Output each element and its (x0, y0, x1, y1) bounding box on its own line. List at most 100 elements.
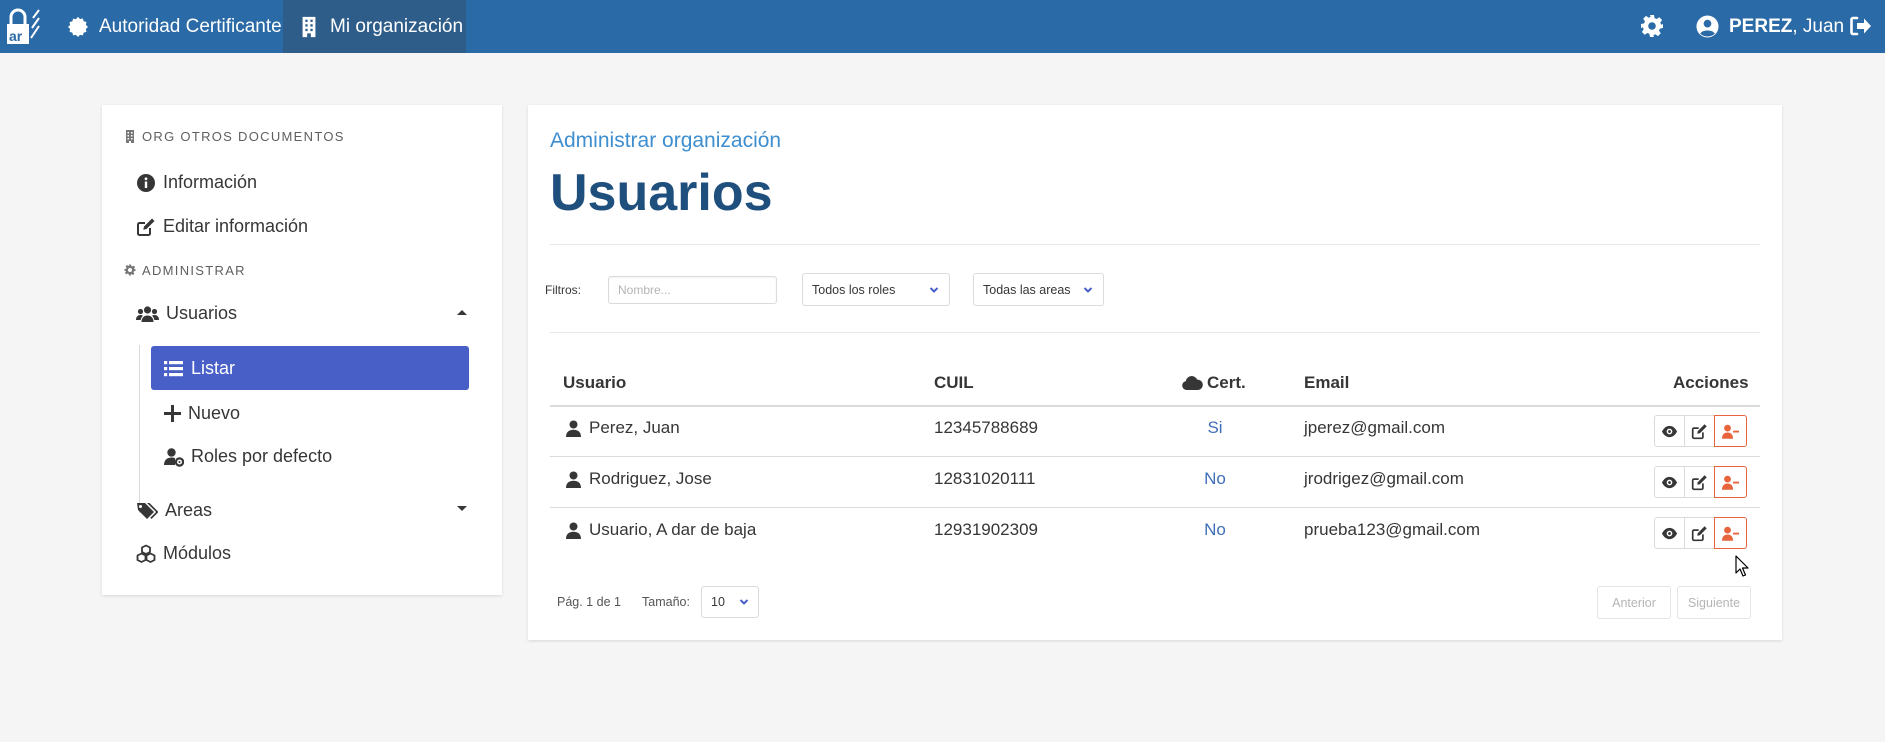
remove-user-button[interactable] (1714, 415, 1747, 447)
previous-page-button[interactable]: Anterior (1597, 586, 1671, 619)
page-size-label: Tamaño: (642, 595, 690, 609)
view-button[interactable] (1654, 517, 1685, 549)
edit-icon (136, 217, 156, 237)
cuil-cell: 12931902309 (934, 520, 1039, 539)
row-divider (550, 456, 1760, 457)
submenu-divider (139, 345, 140, 513)
user-name: Usuario, A dar de baja (589, 520, 757, 539)
main-card: Administrar organización Usuarios Filtro… (528, 105, 1782, 640)
user-last-name: PEREZ (1729, 15, 1793, 37)
certificate-icon (67, 16, 89, 38)
building-icon (124, 130, 136, 143)
user-icon (566, 471, 581, 488)
user-icon (566, 522, 581, 539)
divider (550, 332, 1760, 333)
svg-text:ar: ar (9, 28, 23, 44)
column-header-acciones: Acciones (1673, 373, 1749, 392)
sidebar-item-editar-informacion[interactable]: Editar información (136, 216, 308, 237)
column-header-usuario[interactable]: Usuario (563, 373, 626, 393)
next-page-button[interactable]: Siguiente (1677, 586, 1751, 619)
table-header-border (550, 405, 1760, 407)
sidebar-item-label: Areas (165, 500, 213, 520)
nav-item-label: Mi organización (330, 15, 464, 37)
user-minus-icon (1722, 526, 1739, 541)
areas-filter-select[interactable]: Todas las areas (973, 273, 1104, 306)
column-header-cuil[interactable]: CUIL (934, 373, 974, 393)
sidebar-item-listar[interactable]: Listar (151, 346, 469, 390)
sidebar-section-org: ORG OTROS DOCUMENTOS (124, 129, 345, 144)
roles-filter-select[interactable]: Todos los roles (802, 273, 950, 306)
sidebar-item-modulos[interactable]: Módulos (136, 543, 231, 564)
remove-user-button[interactable] (1714, 466, 1747, 498)
select-value: Todos los roles (812, 282, 896, 297)
gear-icon[interactable] (1640, 14, 1664, 38)
nav-autoridad-certificante[interactable]: Autoridad Certificante (67, 0, 282, 53)
page-indicator: Pág. 1 de 1 (557, 595, 621, 609)
user-name: Perez, Juan (589, 418, 680, 437)
user-first-name: , Juan (1792, 15, 1845, 37)
cert-status: Si (1207, 418, 1223, 437)
email-cell: jrodrigez@gmail.com (1304, 469, 1464, 488)
sidebar: ORG OTROS DOCUMENTOS Información Editar … (102, 105, 502, 595)
column-header-cert[interactable]: Cert. (1181, 373, 1246, 393)
sidebar-item-areas[interactable]: Areas (136, 500, 212, 521)
user-gear-icon (164, 447, 184, 467)
column-header-label: Cert. (1207, 373, 1246, 392)
email-cell: prueba123@gmail.com (1304, 520, 1481, 539)
nav-item-label: Autoridad Certificante (99, 15, 282, 37)
edit-icon (1691, 525, 1707, 541)
sidebar-item-label: Módulos (163, 543, 232, 563)
eye-icon (1661, 425, 1678, 437)
sidebar-item-usuarios[interactable]: Usuarios (136, 303, 237, 324)
sidebar-section-admin: ADMINISTRAR (124, 263, 246, 278)
plus-icon (164, 405, 181, 422)
chevron-down-icon (929, 285, 939, 295)
top-navbar: ar Autoridad Certificante Mi organizació… (0, 0, 1885, 53)
cert-status: No (1204, 520, 1226, 539)
user-menu[interactable]: PEREZ , Juan (1696, 0, 1844, 53)
page-subtitle: Administrar organización (550, 129, 782, 152)
view-button[interactable] (1654, 415, 1685, 447)
filters-label: Filtros: (545, 283, 581, 297)
user-minus-icon (1722, 424, 1739, 439)
page-title: Usuarios (550, 164, 773, 222)
cuil-cell: 12345788689 (934, 418, 1039, 437)
chevron-down-icon[interactable] (455, 502, 469, 516)
edit-button[interactable] (1684, 517, 1715, 549)
select-value: 10 (711, 595, 725, 609)
mouse-cursor-icon (1735, 555, 1749, 577)
user-name: Rodriguez, Jose (589, 469, 712, 488)
sidebar-item-roles-por-defecto[interactable]: Roles por defecto (164, 446, 332, 467)
view-button[interactable] (1654, 466, 1685, 498)
divider (550, 244, 1760, 245)
sidebar-item-nuevo[interactable]: Nuevo (164, 403, 240, 424)
sidebar-section-label: ADMINISTRAR (142, 263, 246, 278)
sidebar-section-label: ORG OTROS DOCUMENTOS (142, 129, 345, 144)
tags-icon (136, 501, 158, 521)
sidebar-item-label: Editar información (163, 216, 309, 236)
user-name-cell: Perez, Juan (566, 418, 680, 438)
sidebar-item-label: Información (163, 172, 258, 192)
gear-icon (124, 264, 136, 277)
chevron-down-icon (1083, 285, 1093, 295)
page-size-select[interactable]: 10 (701, 586, 759, 618)
user-icon (566, 420, 581, 437)
sidebar-item-label: Listar (191, 357, 236, 378)
list-icon (164, 360, 183, 377)
user-minus-icon (1722, 475, 1739, 490)
cert-status: No (1204, 469, 1226, 488)
email-cell: jperez@gmail.com (1304, 418, 1446, 437)
nav-mi-organizacion[interactable]: Mi organización (283, 0, 466, 53)
sidebar-item-informacion[interactable]: Información (136, 172, 257, 193)
row-actions (1654, 466, 1747, 498)
name-filter-input[interactable] (608, 276, 777, 304)
logout-icon[interactable] (1848, 14, 1872, 38)
edit-icon (1691, 423, 1707, 439)
remove-user-button[interactable] (1714, 517, 1747, 549)
edit-button[interactable] (1684, 466, 1715, 498)
edit-button[interactable] (1684, 415, 1715, 447)
ar-logo-icon[interactable]: ar (2, 6, 42, 46)
sidebar-item-label: Usuarios (166, 303, 238, 323)
column-header-email[interactable]: Email (1304, 373, 1349, 393)
chevron-up-icon[interactable] (455, 305, 469, 319)
